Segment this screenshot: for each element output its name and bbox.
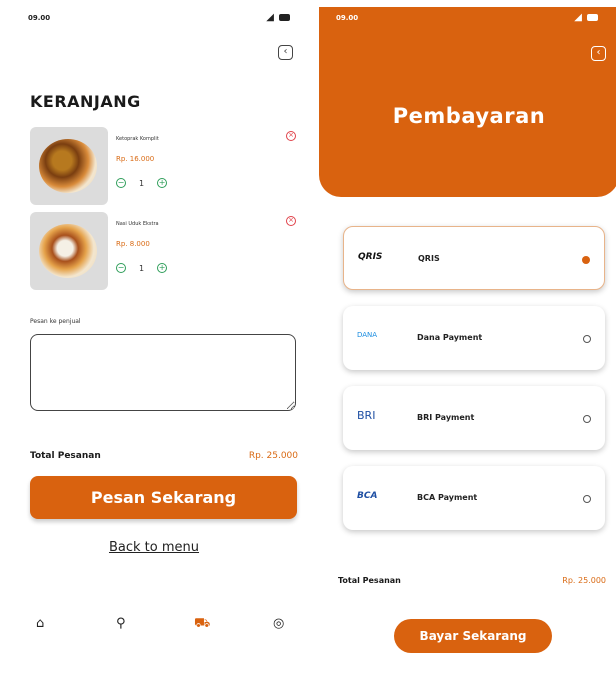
- radio-icon[interactable]: [583, 495, 591, 503]
- back-to-menu-link[interactable]: Back to menu: [0, 540, 308, 555]
- search-icon[interactable]: ⚲: [116, 616, 126, 631]
- food-image: [30, 212, 108, 290]
- total-row: Total Pesanan Rp. 25.000: [338, 576, 606, 585]
- qris-logo: QRIS: [358, 252, 383, 262]
- cart-item: Ketoprak Komplit Rp. 16.000 − 1 + ×: [30, 127, 300, 205]
- payment-label: Dana Payment: [417, 333, 483, 342]
- bottom-nav: ⌂ ⚲ ⛟ ◎: [0, 616, 308, 640]
- dana-logo: DANA: [357, 331, 378, 339]
- item-price: Rp. 16.000: [116, 155, 155, 163]
- signal-icon: ◢: [266, 12, 274, 23]
- payment-option-bri[interactable]: BRI BRI Payment: [343, 386, 605, 450]
- food-image: [30, 127, 108, 205]
- radio-icon[interactable]: [583, 415, 591, 423]
- minus-icon[interactable]: −: [116, 178, 126, 188]
- cart-icon[interactable]: ⛟: [194, 616, 210, 633]
- plus-icon[interactable]: +: [157, 263, 168, 273]
- total-value: Rp. 25.000: [248, 451, 298, 461]
- item-name: Nasi Uduk Ekstra: [116, 221, 159, 227]
- payment-label: BRI Payment: [417, 413, 475, 422]
- payment-option-qris[interactable]: QRIS QRIS: [343, 226, 605, 290]
- bri-logo: BRI: [357, 409, 376, 422]
- signal-icon: ◢: [574, 12, 582, 23]
- radio-icon[interactable]: [583, 335, 591, 343]
- item-price: Rp. 8.000: [116, 240, 150, 248]
- back-icon[interactable]: ‹: [278, 45, 293, 60]
- status-bar: 09.00 ◢: [308, 12, 616, 26]
- note-input[interactable]: [30, 334, 296, 411]
- battery-icon: [587, 14, 598, 21]
- order-now-button[interactable]: Pesan Sekarang: [30, 476, 297, 519]
- radio-selected-icon[interactable]: [582, 256, 590, 264]
- profile-icon[interactable]: ◎: [273, 616, 284, 631]
- cart-item: Nasi Uduk Ekstra Rp. 8.000 − 1 + ×: [30, 212, 300, 290]
- home-icon[interactable]: ⌂: [36, 616, 44, 631]
- payment-screen: 09.00 ◢ ‹ Pembayaran QRIS QRIS DANA Dana…: [308, 0, 616, 673]
- bca-logo: BCA: [357, 491, 378, 501]
- back-icon[interactable]: ‹: [591, 46, 606, 61]
- status-time: 09.00: [336, 14, 359, 22]
- status-bar: 09.00 ◢: [0, 12, 308, 26]
- remove-icon[interactable]: ×: [286, 216, 296, 226]
- status-time: 09.00: [28, 14, 51, 22]
- item-name: Ketoprak Komplit: [116, 136, 159, 142]
- cart-screen: 09.00 ◢ ‹ KERANJANG Ketoprak Komplit Rp.…: [0, 0, 308, 673]
- page-title: KERANJANG: [30, 92, 141, 111]
- total-value: Rp. 25.000: [562, 576, 606, 585]
- remove-icon[interactable]: ×: [286, 131, 296, 141]
- payment-label: BCA Payment: [417, 493, 478, 502]
- minus-icon[interactable]: −: [116, 263, 126, 273]
- plus-icon[interactable]: +: [157, 178, 168, 188]
- payment-label: QRIS: [418, 254, 440, 263]
- payment-option-bca[interactable]: BCA BCA Payment: [343, 466, 605, 530]
- total-label: Total Pesanan: [30, 451, 101, 461]
- quantity-stepper: − 1 +: [116, 263, 168, 273]
- quantity-stepper: − 1 +: [116, 178, 168, 188]
- payment-header: [319, 7, 616, 197]
- total-label: Total Pesanan: [338, 576, 401, 585]
- note-label: Pesan ke penjual: [30, 318, 81, 325]
- page-title: Pembayaran: [392, 104, 546, 128]
- item-quantity: 1: [139, 178, 145, 188]
- payment-option-dana[interactable]: DANA Dana Payment: [343, 306, 605, 370]
- battery-icon: [279, 14, 290, 21]
- total-row: Total Pesanan Rp. 25.000: [30, 451, 298, 461]
- pay-now-button[interactable]: Bayar Sekarang: [394, 619, 552, 653]
- item-quantity: 1: [139, 263, 145, 273]
